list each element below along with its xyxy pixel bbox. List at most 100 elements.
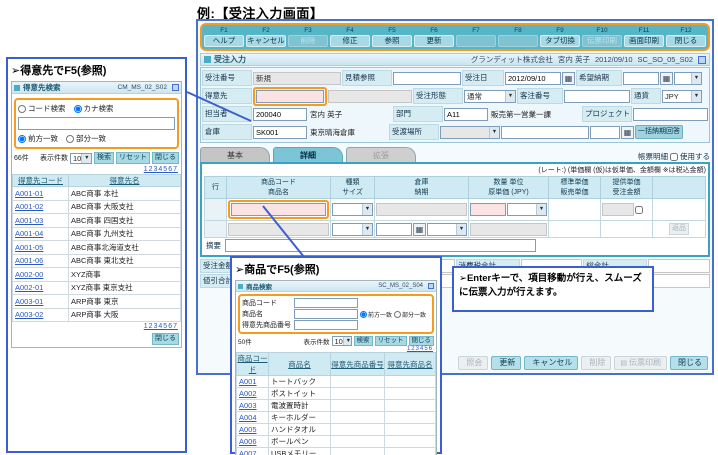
desired-delivery-input[interactable] — [623, 71, 659, 85]
customer-code-link[interactable]: A001-05 — [12, 240, 69, 255]
radio-option[interactable]: 前方一致 — [18, 133, 58, 144]
price-checkbox[interactable] — [635, 205, 643, 214]
calendar-icon[interactable] — [621, 125, 634, 139]
warehouse-code-input[interactable] — [253, 125, 307, 139]
delivery-type-select[interactable] — [674, 71, 702, 85]
product-code-link[interactable]: A002 — [236, 387, 269, 400]
dept-code-input[interactable] — [444, 107, 488, 121]
product-code-link[interactable]: A001 — [236, 375, 269, 388]
batch-delivery-reply-button[interactable]: 一括納期回答 — [635, 125, 683, 139]
footer-button[interactable]: 閉じる — [670, 356, 708, 370]
unit-select[interactable] — [507, 203, 547, 216]
return-button[interactable]: 返品 — [669, 223, 689, 235]
product-code-link[interactable]: A005 — [236, 423, 269, 436]
customer-order-no-input[interactable] — [564, 89, 630, 103]
fkey-button[interactable]: 画面印刷 — [624, 35, 664, 47]
tab[interactable]: 拡張 — [346, 147, 416, 162]
radio-button[interactable] — [73, 104, 82, 113]
calendar-icon[interactable] — [660, 71, 673, 85]
tab[interactable]: 基本 — [200, 147, 270, 162]
product-code-link[interactable]: A006 — [236, 435, 269, 448]
fkey-button[interactable]: キャンセル — [246, 35, 286, 47]
radio-option[interactable]: カナ検索 — [73, 103, 114, 114]
search-panel-button[interactable]: 検索 — [94, 152, 114, 164]
search-panel-button[interactable]: 検索 — [353, 336, 373, 346]
search-panel-button[interactable]: 閉じる — [152, 152, 179, 164]
pagination-links[interactable]: 1234567 — [12, 165, 181, 174]
calendar-icon[interactable] — [562, 71, 575, 85]
customer-code-input[interactable] — [256, 89, 324, 103]
report-detail-checkbox[interactable] — [670, 152, 678, 161]
column-header[interactable]: 商品名 — [268, 352, 331, 376]
size-select[interactable] — [332, 222, 373, 236]
page-size-select[interactable]: 10 — [70, 152, 92, 164]
customer-code-link[interactable]: A001-06 — [12, 253, 69, 268]
radio-button[interactable] — [18, 134, 26, 143]
staff-code-input[interactable] — [253, 107, 307, 121]
product-code-link[interactable]: A004 — [236, 411, 269, 424]
column-header[interactable]: 商品コード — [236, 352, 269, 376]
column-header[interactable]: 得意先商品番号 — [330, 352, 385, 376]
product-name-search-input[interactable] — [294, 309, 358, 319]
customer-item-input[interactable] — [294, 320, 358, 330]
search-panel-button[interactable]: リセット — [374, 336, 407, 346]
reply-date-input[interactable] — [590, 125, 620, 139]
product-code-search-input[interactable] — [294, 298, 358, 308]
window-menu-icon[interactable] — [172, 84, 179, 91]
customer-code-link[interactable]: A002-01 — [12, 280, 69, 295]
fkey-button[interactable]: 更新 — [414, 35, 454, 47]
customer-code-link[interactable]: A001-01 — [12, 186, 69, 201]
product-code-input[interactable] — [231, 203, 326, 216]
fkey-button[interactable]: 修正 — [330, 35, 370, 47]
radio-option[interactable]: 前方一致 — [360, 310, 392, 319]
window-menu-icon[interactable] — [698, 55, 706, 64]
customer-code-link[interactable]: A001-04 — [12, 226, 69, 241]
pagination-links[interactable]: 1234567 — [12, 322, 181, 331]
order-type-select[interactable]: 通常 — [464, 89, 516, 103]
radio-option[interactable]: 部分一致 — [394, 310, 426, 319]
currency-select[interactable]: JPY — [662, 89, 702, 103]
radio-option[interactable]: コード検索 — [18, 103, 66, 114]
fkey-button[interactable]: 閉じる — [666, 35, 706, 47]
footer-button[interactable]: 更新 — [491, 356, 522, 370]
column-header[interactable]: 得意先商品名 — [384, 352, 436, 376]
footer-button[interactable]: ▤ 伝票印刷 — [614, 356, 667, 370]
delivery-date-input[interactable] — [376, 222, 412, 236]
radio-button[interactable] — [66, 134, 74, 143]
delivery-type-select[interactable] — [427, 222, 467, 236]
order-date-input[interactable] — [505, 71, 561, 85]
fkey-button[interactable]: 参照 — [372, 35, 412, 47]
radio-button[interactable] — [394, 310, 402, 318]
customer-code-link[interactable]: A001-02 — [12, 199, 69, 214]
fkey-button[interactable]: 伝票印刷 — [582, 35, 622, 47]
quantity-input[interactable] — [470, 203, 506, 216]
radio-button[interactable] — [360, 310, 367, 318]
delivery-place-select[interactable] — [440, 125, 500, 139]
project-input[interactable] — [633, 107, 708, 121]
footer-button[interactable]: キャンセル — [524, 356, 579, 370]
fkey-button[interactable] — [498, 35, 538, 47]
customer-code-link[interactable]: A001-03 — [12, 213, 69, 228]
customer-code-link[interactable]: A003-02 — [12, 307, 69, 322]
calendar-icon[interactable] — [413, 222, 426, 236]
radio-option[interactable]: 部分一致 — [66, 133, 106, 144]
page-size-select[interactable]: 10 — [331, 336, 352, 346]
radio-button[interactable] — [18, 104, 26, 113]
footer-button[interactable]: 照会 — [458, 356, 489, 370]
column-header[interactable]: 得意先コード — [12, 174, 69, 187]
customer-search-input[interactable] — [18, 117, 175, 130]
fkey-button[interactable]: 削除 — [288, 35, 328, 47]
type-select[interactable] — [332, 203, 373, 216]
product-code-link[interactable]: A003 — [236, 399, 269, 412]
product-code-link[interactable]: A007 — [236, 447, 269, 455]
fkey-button[interactable]: ヘルプ — [204, 35, 244, 47]
fkey-button[interactable]: タブ切換 — [540, 35, 580, 47]
window-menu-icon[interactable] — [428, 283, 434, 289]
quote-ref-input[interactable] — [393, 71, 461, 85]
close-button[interactable]: 閉じる — [152, 333, 179, 345]
customer-code-link[interactable]: A002-00 — [12, 267, 69, 282]
delivery-place-input[interactable] — [501, 125, 589, 139]
footer-button[interactable]: 削除 — [581, 356, 612, 370]
customer-code-link[interactable]: A003-01 — [12, 294, 69, 309]
column-header[interactable]: 得意先名 — [68, 174, 181, 187]
